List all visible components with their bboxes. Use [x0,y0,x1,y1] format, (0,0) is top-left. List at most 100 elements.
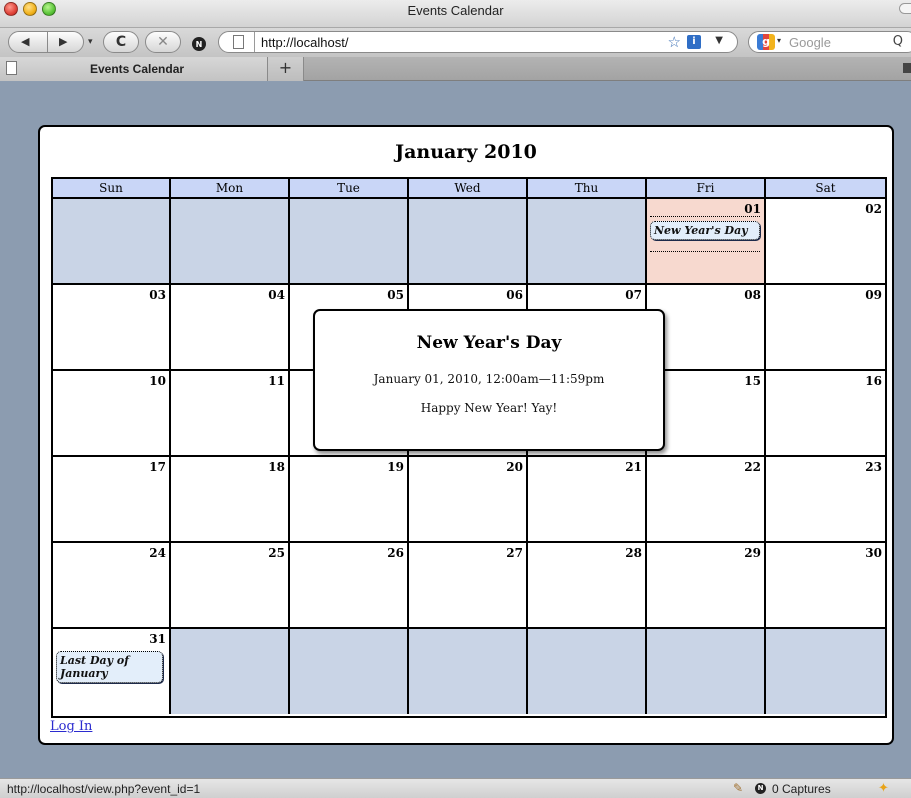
search-engine-icon[interactable]: g [757,34,775,50]
calendar-empty-cell [290,629,409,714]
day-number: 28 [625,546,642,560]
calendar-empty-cell [171,199,290,283]
url-text[interactable]: http://localhost/ [261,35,348,50]
captures-count[interactable]: 0 Captures [772,782,831,796]
captures-icon[interactable]: N [755,783,766,794]
day-number: 05 [387,288,404,302]
day-number: 06 [506,288,523,302]
noscript-icon[interactable]: N [192,37,206,51]
calendar-title: January 2010 [395,141,537,163]
calendar-day-cell[interactable]: 24 [53,543,171,627]
calendar-empty-cell [53,199,171,283]
calendar-day-cell[interactable]: 18 [171,457,290,541]
window-title: Events Calendar [407,3,504,18]
calendar-day-cell[interactable]: 01 New Year's Day [647,199,766,283]
day-number: 08 [744,288,761,302]
back-button[interactable]: ◀ [21,35,29,48]
page-viewport: January 2010 Sun Mon Tue Wed Thu Fri Sat 01 New… [0,82,911,778]
calendar-day-cell[interactable]: 27 [409,543,528,627]
new-tab-button[interactable]: + [268,57,304,81]
today-divider [650,251,760,252]
search-engine-dropdown-icon[interactable]: ▾ [777,36,781,45]
event-modal: New Year's Day January 01, 2010, 12:00am… [313,309,665,451]
calendar-day-cell[interactable]: 28 [528,543,647,627]
day-number: 21 [625,460,642,474]
wrench-icon[interactable]: ✎ [733,781,743,795]
day-number: 26 [387,546,404,560]
bookmark-star-icon[interactable]: ☆ [668,33,681,51]
calendar-day-cell[interactable]: 20 [409,457,528,541]
calendar-day-cell[interactable]: 31 Last Day of January [53,629,171,714]
event-link[interactable]: New Year's Day [650,221,760,240]
status-link-url: http://localhost/view.php?event_id=1 [7,782,201,796]
day-number: 04 [268,288,285,302]
calendar-empty-cell [766,629,885,714]
calendar-day-cell[interactable]: 16 [766,371,885,455]
history-dropdown-icon[interactable]: ▾ [88,37,93,47]
day-number: 29 [744,546,761,560]
calendar-week-row: 24 25 26 27 28 29 30 [53,543,885,629]
calendar-day-cell[interactable]: 02 [766,199,885,283]
calendar-day-cell[interactable]: 25 [171,543,290,627]
weekday-header: Tue [290,179,409,199]
day-number: 27 [506,546,523,560]
calendar-empty-cell [647,629,766,714]
stop-button[interactable]: ✕ [145,31,181,53]
calendar-day-cell[interactable]: 10 [53,371,171,455]
event-link[interactable]: Last Day of January [56,651,163,683]
calendar-day-cell[interactable]: 09 [766,285,885,369]
day-number: 30 [865,546,882,560]
toolbar-toggle-button[interactable] [899,3,911,14]
today-divider [650,216,760,217]
day-number: 18 [268,460,285,474]
calendar-empty-cell [528,199,647,283]
day-number: 15 [744,374,761,388]
calendar-day-cell[interactable]: 17 [53,457,171,541]
calendar-empty-cell [528,629,647,714]
calendar-day-cell[interactable]: 22 [647,457,766,541]
url-bar[interactable]: http://localhost/ ☆ i ▼ [218,31,738,53]
day-number: 23 [865,460,882,474]
weekday-header-row: Sun Mon Tue Wed Thu Fri Sat [53,179,885,199]
day-number: 11 [268,374,285,388]
calendar-empty-cell [409,199,528,283]
back-forward-group: ◀ ▶ [8,31,84,53]
search-bar[interactable]: g ▾ Google Q [748,31,911,53]
url-dropdown-icon[interactable]: ▼ [715,35,723,46]
day-number: 16 [865,374,882,388]
calendar-week-row: 01 New Year's Day 02 [53,199,885,285]
day-number: 10 [149,374,166,388]
calendar-day-cell[interactable]: 03 [53,285,171,369]
day-number: 31 [149,632,166,646]
calendar-day-cell[interactable]: 29 [647,543,766,627]
day-number: 09 [865,288,882,302]
calendar-day-cell[interactable]: 11 [171,371,290,455]
reload-button[interactable]: C [103,31,139,53]
day-number: 03 [149,288,166,302]
site-info-icon[interactable]: i [687,35,701,49]
calendar-day-cell[interactable]: 04 [171,285,290,369]
tab-events-calendar[interactable]: Events Calendar [0,57,268,81]
weekday-header: Thu [528,179,647,199]
weekday-header: Mon [171,179,290,199]
day-number: 25 [268,546,285,560]
forward-button[interactable]: ▶ [59,35,67,48]
search-icon[interactable]: Q [893,34,903,49]
calendar-day-cell[interactable]: 19 [290,457,409,541]
calendar-empty-cell [171,629,290,714]
weekday-header: Sun [53,179,171,199]
login-link[interactable]: Log In [50,719,92,734]
weekday-header: Fri [647,179,766,199]
calendar-day-cell[interactable]: 26 [290,543,409,627]
tab-list-icon[interactable] [903,63,911,73]
day-number: 22 [744,460,761,474]
day-number: 17 [149,460,166,474]
calendar-day-cell[interactable]: 21 [528,457,647,541]
addon-icon[interactable]: ✦ [878,781,889,796]
search-input[interactable]: Google [789,35,831,50]
calendar-day-cell[interactable]: 23 [766,457,885,541]
tab-strip: Events Calendar + [0,57,911,81]
day-number: 19 [387,460,404,474]
calendar-day-cell[interactable]: 30 [766,543,885,627]
day-number: 20 [506,460,523,474]
